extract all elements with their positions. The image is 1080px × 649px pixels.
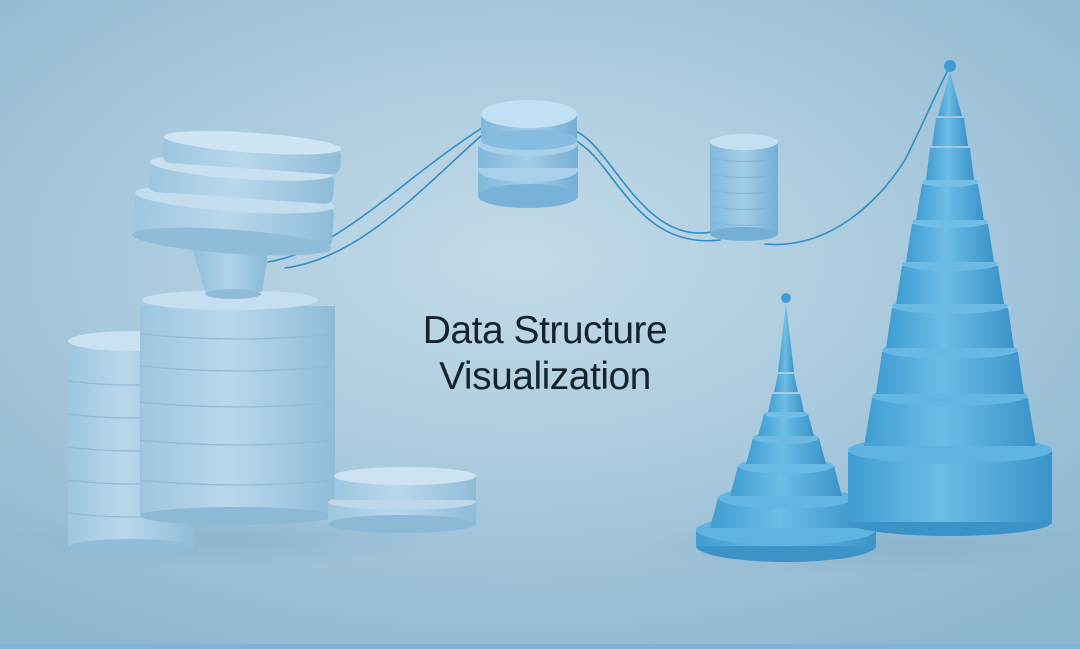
- middle-disk-stack: [139, 290, 336, 525]
- connection-wires: [267, 69, 949, 269]
- large-cone: [848, 60, 1052, 536]
- top-tilted-disk-stack: [131, 131, 342, 256]
- illustration-title: Data Structure Visualization: [360, 308, 730, 400]
- floating-disk-stack: [478, 100, 578, 208]
- title-line-1: Data Structure: [422, 309, 668, 352]
- illustration-scene: Data Structure Visualization: [0, 0, 1080, 649]
- bottom-edge-strip: [0, 644, 1080, 649]
- wire: [573, 139, 721, 242]
- small-cylinder-stack: [709, 134, 779, 241]
- small-disk-pair: [328, 467, 476, 533]
- wire: [571, 129, 713, 234]
- title-line-2: Visualization: [439, 355, 651, 398]
